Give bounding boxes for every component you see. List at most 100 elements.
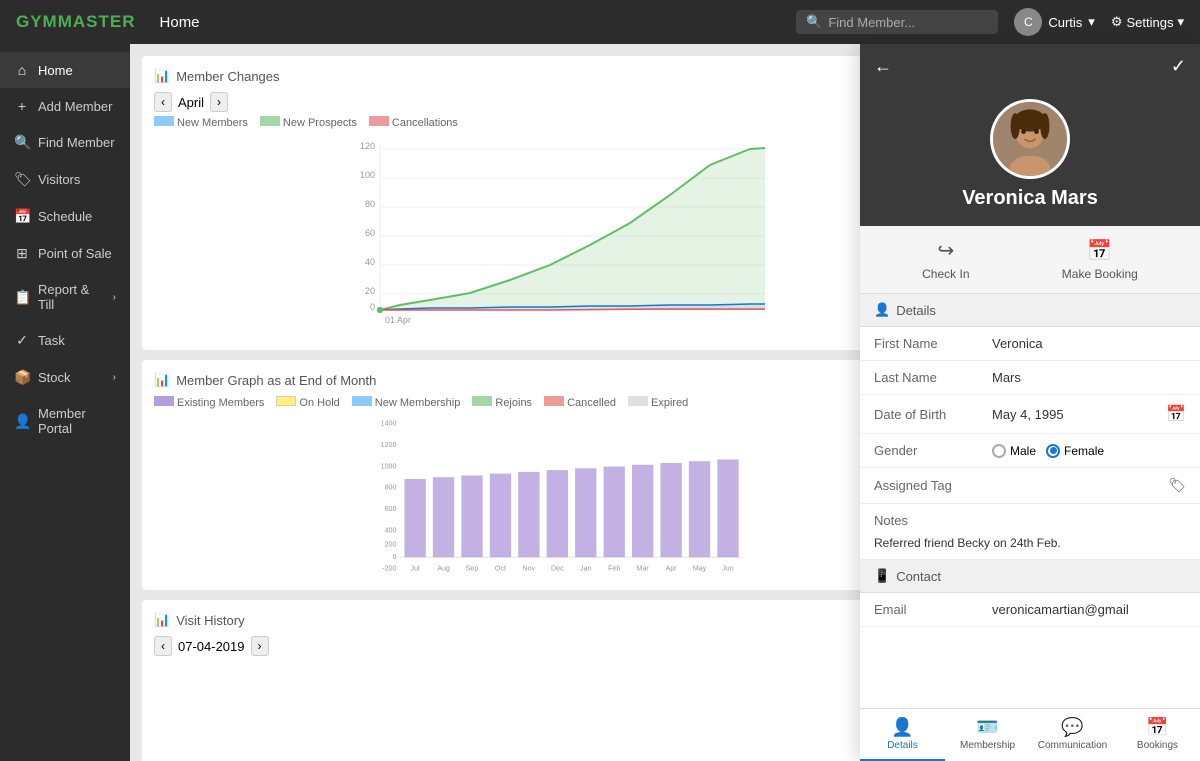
- chart-title: 📊 Member Changes: [154, 68, 966, 84]
- sidebar-item-label: Point of Sale: [38, 246, 112, 261]
- svg-text:800: 800: [385, 484, 397, 492]
- tab-bookings-label: Bookings: [1137, 740, 1178, 751]
- svg-text:200: 200: [385, 541, 397, 549]
- svg-text:Oct: Oct: [495, 565, 506, 573]
- tab-membership-label: Membership: [960, 740, 1015, 751]
- app-logo: GYMMASTER: [16, 12, 136, 32]
- dob-row: Date of Birth May 4, 1995 📅: [860, 395, 1200, 434]
- prev-date-button[interactable]: ‹: [154, 636, 172, 656]
- calendar-icon[interactable]: 📅: [1166, 404, 1186, 424]
- person-icon: 👤: [874, 302, 890, 318]
- svg-text:0: 0: [370, 302, 375, 312]
- email-label: Email: [874, 602, 984, 617]
- sidebar-item-task[interactable]: ✓ Task: [0, 322, 130, 359]
- search-icon: 🔍: [806, 14, 822, 30]
- gear-icon: ⚙: [1111, 14, 1123, 30]
- sidebar-item-report[interactable]: 📋 Report & Till ›: [0, 272, 130, 322]
- first-name-row: First Name Veronica: [860, 327, 1200, 361]
- search-bar[interactable]: 🔍: [796, 10, 998, 34]
- gender-row: Gender Male Female: [860, 434, 1200, 468]
- user-menu[interactable]: C Curtis ▾: [1014, 8, 1094, 36]
- search-input[interactable]: [828, 15, 988, 30]
- settings-label: Settings: [1126, 15, 1173, 30]
- tab-membership[interactable]: 🪪 Membership: [945, 709, 1030, 761]
- prev-month-button[interactable]: ‹: [154, 92, 172, 112]
- sidebar-item-find-member[interactable]: 🔍 Find Member: [0, 124, 130, 161]
- report-icon: 📋: [14, 289, 30, 306]
- chevron-down-icon: ▾: [1177, 14, 1184, 30]
- male-radio[interactable]: [992, 444, 1006, 458]
- dob-value: May 4, 1995: [992, 407, 1158, 422]
- tag-icon: 🏷: [14, 171, 30, 188]
- chart-legend: New Members New Prospects Cancellations: [154, 116, 966, 129]
- svg-text:Feb: Feb: [608, 565, 620, 573]
- bar-chart-svg: 1400 1200 1000 800 600 400 200 0 -200: [154, 415, 966, 575]
- svg-text:600: 600: [385, 505, 397, 513]
- sidebar-item-schedule[interactable]: 📅 Schedule: [0, 198, 130, 235]
- home-icon: ⌂: [14, 62, 30, 78]
- logo-gym: GYM: [16, 12, 58, 31]
- make-booking-button[interactable]: 📅 Make Booking: [1062, 238, 1138, 281]
- sidebar-item-label: Visitors: [38, 172, 80, 187]
- chart-icon: 📊: [154, 612, 170, 628]
- check-in-button[interactable]: ↪ Check In: [922, 238, 969, 281]
- next-month-button[interactable]: ›: [210, 92, 228, 112]
- sidebar-item-member-portal[interactable]: 👤 Member Portal: [0, 396, 130, 446]
- last-name-value: Mars: [992, 370, 1186, 385]
- svg-text:80: 80: [365, 199, 375, 209]
- gender-label: Gender: [874, 443, 984, 458]
- gender-male-option[interactable]: Male: [992, 444, 1036, 458]
- arrow-right-icon: ›: [113, 292, 116, 303]
- svg-text:1000: 1000: [381, 462, 397, 470]
- assigned-tag-label: Assigned Tag: [874, 478, 984, 493]
- member-bottom-tabs: 👤 Details 🪪 Membership 💬 Communication 📅…: [860, 708, 1200, 761]
- notes-label: Notes: [874, 513, 984, 528]
- tab-communication[interactable]: 💬 Communication: [1030, 709, 1115, 761]
- next-date-button[interactable]: ›: [251, 636, 269, 656]
- line-chart-svg: 120 100 80 60 40 20 0 01 Apr: [154, 135, 966, 335]
- sidebar-item-add-member[interactable]: + Add Member: [0, 88, 130, 124]
- tag-icon[interactable]: 🏷: [1168, 477, 1186, 494]
- sidebar-item-stock[interactable]: 📦 Stock ›: [0, 359, 130, 396]
- calendar-icon: 📅: [14, 208, 30, 225]
- sidebar-item-visitors[interactable]: 🏷 Visitors: [0, 161, 130, 198]
- legend-existing: Existing Members: [154, 396, 264, 409]
- settings-menu[interactable]: ⚙ Settings ▾: [1111, 14, 1184, 30]
- dob-label: Date of Birth: [874, 407, 984, 422]
- grid-icon: ⊞: [14, 245, 30, 262]
- bookings-tab-icon: 📅: [1146, 717, 1168, 738]
- booking-icon: 📅: [1087, 238, 1112, 263]
- svg-text:60: 60: [365, 228, 375, 238]
- chevron-down-icon: ▾: [1088, 14, 1095, 30]
- logo-master: MASTER: [58, 12, 136, 31]
- female-radio[interactable]: [1046, 444, 1060, 458]
- female-label: Female: [1064, 444, 1104, 458]
- sidebar-item-label: Add Member: [38, 99, 112, 114]
- tab-bookings[interactable]: 📅 Bookings: [1115, 709, 1200, 761]
- tab-details[interactable]: 👤 Details: [860, 709, 945, 761]
- legend-expired: Expired: [628, 396, 688, 409]
- email-value: veronicamartian@gmail: [992, 602, 1186, 617]
- sidebar-item-label: Report & Till: [38, 282, 105, 312]
- member-avatar: [990, 99, 1070, 179]
- current-month: April: [178, 95, 204, 110]
- svg-text:1400: 1400: [381, 420, 397, 428]
- confirm-button[interactable]: ✓: [1171, 56, 1186, 77]
- avatar: C: [1014, 8, 1042, 36]
- gender-female-option[interactable]: Female: [1046, 444, 1104, 458]
- sidebar-item-label: Member Portal: [38, 406, 116, 436]
- notes-row: Notes Referred friend Becky on 24th Feb.: [860, 504, 1200, 560]
- sidebar-item-pos[interactable]: ⊞ Point of Sale: [0, 235, 130, 272]
- tab-communication-label: Communication: [1038, 740, 1107, 751]
- person-icon: 👤: [14, 413, 30, 430]
- svg-text:Dec: Dec: [551, 565, 564, 573]
- svg-text:Jan: Jan: [580, 565, 592, 573]
- contact-section-header: 📱 Contact: [860, 560, 1200, 593]
- chart-icon: 📊: [154, 68, 170, 84]
- legend-rejoins: Rejoins: [472, 396, 532, 409]
- back-button[interactable]: ←: [874, 56, 892, 77]
- checkin-icon: ↪: [937, 238, 954, 263]
- sidebar-item-home[interactable]: ⌂ Home: [0, 52, 130, 88]
- chart-icon: 📊: [154, 372, 170, 388]
- svg-text:Jul: Jul: [411, 565, 421, 573]
